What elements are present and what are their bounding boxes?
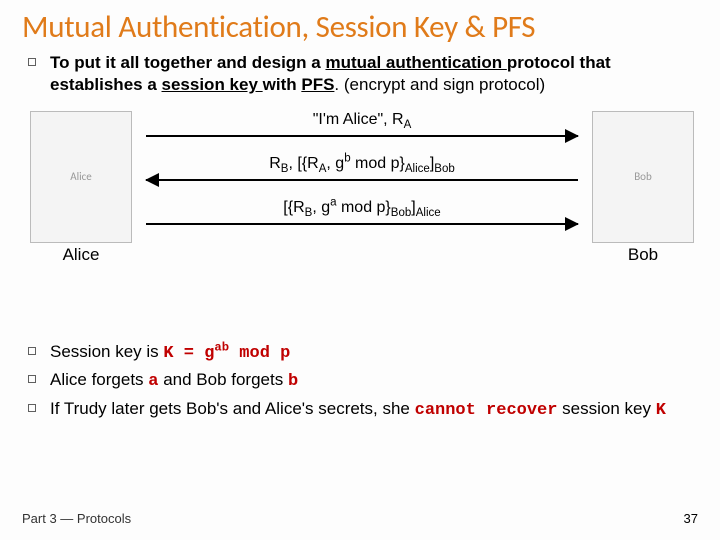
intro-bullet: To put it all together and design a mutu… <box>24 52 698 97</box>
p3-cr: cannot recover <box>415 401 558 420</box>
bob-image: Bob <box>592 111 694 243</box>
m3-sig: Alice <box>416 207 441 219</box>
point-2: Alice forgets a and Bob forgets b <box>24 369 698 393</box>
points-list: Session key is K = gab mod p Alice forge… <box>24 341 698 422</box>
p2-a: Alice forgets <box>50 370 148 389</box>
m2-modp: mod p} <box>351 155 405 172</box>
footer-text: Part 3 — Protocols <box>22 511 131 526</box>
message-2-label: RB, [{RA, gb mod p}Alice]Bob <box>146 155 578 173</box>
m3-open: [{R <box>283 199 304 216</box>
p3-b: session key <box>557 399 655 418</box>
p1-exp: ab <box>214 340 229 354</box>
protocol-diagram: Alice Alice Bob Bob "I'm Alice", RA RB, … <box>22 111 698 341</box>
alice-image: Alice <box>30 111 132 243</box>
intro-list: To put it all together and design a mutu… <box>24 52 698 97</box>
m2-enc: Alice <box>405 163 430 175</box>
intro-tail: . (encrypt and sign protocol) <box>334 75 545 94</box>
p2-b: and Bob forgets <box>158 370 287 389</box>
slide-title: Mutual Authentication, Session Key & PFS <box>22 8 698 46</box>
message-3-label: [{RB, ga mod p}Bob]Alice <box>146 199 578 217</box>
arrow-left-icon <box>146 179 578 181</box>
m3-enc: Bob <box>391 207 412 219</box>
m2-sig: Bob <box>434 163 455 175</box>
m3-modp: mod p} <box>337 199 391 216</box>
intro-mid2: with <box>263 75 302 94</box>
p1-tail: mod p <box>229 344 290 363</box>
m1-text: "I'm Alice", R <box>313 111 404 128</box>
p1-formula: K = gab mod p <box>163 344 290 363</box>
p3-a: If Trudy later gets Bob's and Alice's se… <box>50 399 415 418</box>
point-3: If Trudy later gets Bob's and Alice's se… <box>24 398 698 422</box>
p2-be: b <box>288 372 298 391</box>
page-number: 37 <box>684 511 698 526</box>
intro-pre: To put it all together and design a <box>50 53 325 72</box>
arrow-right-icon <box>146 135 578 137</box>
m3-g: , g <box>312 199 330 216</box>
p1-a: Session key is <box>50 342 163 361</box>
alice-label: Alice <box>26 245 136 265</box>
m2-sep: , [{R <box>288 155 318 172</box>
bob-label: Bob <box>588 245 698 265</box>
m2-g: , g <box>326 155 344 172</box>
intro-pfs: PFS <box>301 75 334 94</box>
party-bob: Bob Bob <box>588 111 698 265</box>
slide: Mutual Authentication, Session Key & PFS… <box>0 0 720 540</box>
party-alice: Alice Alice <box>26 111 136 265</box>
m1-sub: A <box>404 119 412 131</box>
p1-k: K = g <box>163 344 214 363</box>
intro-session: session key <box>162 75 263 94</box>
message-2: RB, [{RA, gb mod p}Alice]Bob <box>146 155 578 199</box>
message-3: [{RB, ga mod p}Bob]Alice <box>146 199 578 243</box>
point-1: Session key is K = gab mod p <box>24 341 698 365</box>
m2-rb: R <box>269 155 281 172</box>
message-stack: "I'm Alice", RA RB, [{RA, gb mod p}Alice… <box>146 111 578 243</box>
p3-k: K <box>656 401 666 420</box>
message-1: "I'm Alice", RA <box>146 111 578 155</box>
intro-mutual: mutual authentication <box>325 53 506 72</box>
message-1-label: "I'm Alice", RA <box>146 111 578 129</box>
p2-ae: a <box>148 372 158 391</box>
arrow-right-icon <box>146 223 578 225</box>
